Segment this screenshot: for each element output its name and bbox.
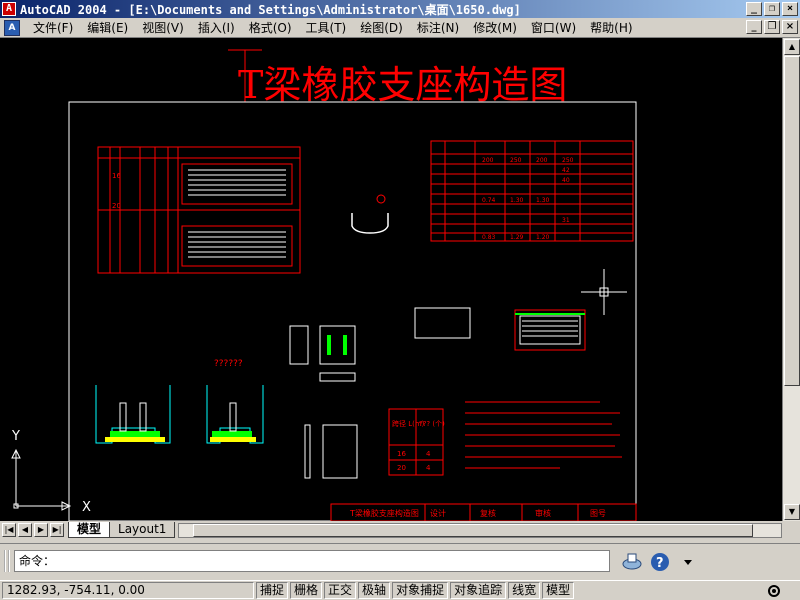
mini-table-cell-1-1: 4 — [426, 464, 431, 472]
toggle-model[interactable]: 模型 — [542, 582, 575, 599]
tab-first-icon[interactable]: |◀ — [2, 523, 16, 537]
minimize-button[interactable]: _ — [746, 2, 762, 16]
autocad-app-icon[interactable]: A — [2, 2, 16, 16]
title-block-review: 审核 — [535, 508, 551, 518]
u-detail — [351, 213, 389, 234]
toggle-grid[interactable]: 栅格 — [290, 582, 323, 599]
mini-table-cell-0-1: 4 — [426, 450, 431, 458]
cyan-detail-right — [206, 385, 264, 444]
toggle-otrack[interactable]: 对象追踪 — [450, 582, 507, 599]
tab-last-icon[interactable]: ▶| — [50, 523, 64, 537]
rt-val-7: 1.30 — [510, 197, 524, 204]
vertical-scroll-thumb[interactable] — [784, 56, 800, 386]
left-table — [97, 146, 301, 274]
rt-val-9: 31 — [562, 217, 570, 224]
rt-val-10: 0.83 — [482, 234, 496, 241]
ucs-icon — [11, 448, 72, 511]
restore-button[interactable]: ❐ — [764, 2, 780, 16]
mini-table-cell-1-0: 20 — [397, 464, 406, 472]
toggle-lineweight[interactable]: 线宽 — [508, 582, 541, 599]
close-button[interactable]: × — [782, 2, 798, 16]
toggle-ortho[interactable]: 正交 — [324, 582, 357, 599]
menu-format[interactable]: 格式(O) — [242, 19, 299, 36]
window-controls: _ ❐ × — [746, 2, 798, 16]
title-block-drawing-no: 图号 — [590, 509, 606, 518]
cyan-detail-left — [95, 385, 171, 444]
menu-tools[interactable]: 工具(T) — [299, 19, 354, 36]
dropdown-icon[interactable] — [676, 550, 700, 574]
scroll-up-icon[interactable]: ▲ — [784, 39, 800, 55]
toggle-snap[interactable]: 捕捉 — [256, 582, 289, 599]
left-table-span-20: 20 — [112, 202, 121, 210]
menu-help[interactable]: 帮助(H) — [583, 19, 639, 36]
doc-restore-button[interactable]: ❐ — [764, 20, 780, 34]
horizontal-scroll-thumb[interactable] — [193, 524, 753, 537]
title-block-design: 设计 — [430, 508, 446, 518]
menu-edit[interactable]: 编辑(E) — [80, 19, 135, 36]
svg-text:?: ? — [656, 556, 664, 571]
rt-val-1: 250 — [510, 157, 522, 164]
drawing-svg: T梁橡胶支座构造图 16 20 200 250 200 250 42 40 0.… — [11, 49, 637, 521]
horizontal-scrollbar[interactable] — [178, 523, 782, 538]
vertical-scrollbar[interactable]: ▲ ▼ — [782, 38, 800, 521]
rt-val-11: 1.29 — [510, 234, 524, 241]
coordinate-readout: 1282.93, -754.11, 0.00 — [2, 582, 254, 599]
document-icon[interactable]: A — [4, 19, 20, 36]
window-title: AutoCAD 2004 - [E:\Documents and Setting… — [20, 2, 521, 17]
layout-tabs-row: |◀ ◀ ▶ ▶| 模型 Layout1 — [0, 521, 800, 539]
tab-prev-icon[interactable]: ◀ — [18, 523, 32, 537]
sheet-border — [68, 101, 637, 521]
mini-table-header-1: ??? (个) — [419, 420, 445, 428]
status-bar: 1282.93, -754.11, 0.00 捕捉 栅格 正交 极轴 对象捕捉 … — [0, 580, 800, 600]
rt-val-8: 1.30 — [536, 197, 550, 204]
rt-val-0: 200 — [482, 157, 494, 164]
rt-val-4: 42 — [562, 167, 570, 174]
toggle-osnap[interactable]: 对象捕捉 — [392, 582, 449, 599]
drawing-title: T梁橡胶支座构造图 — [238, 63, 567, 107]
rt-val-3: 250 — [562, 157, 574, 164]
menu-draw[interactable]: 绘图(D) — [353, 19, 410, 36]
scroll-down-icon[interactable]: ▼ — [784, 504, 800, 520]
drawing-canvas[interactable]: T梁橡胶支座构造图 16 20 200 250 200 250 42 40 0.… — [0, 38, 782, 521]
menu-modify[interactable]: 修改(M) — [466, 19, 524, 36]
crosshair-cursor — [581, 269, 627, 315]
command-prompt: 命令： — [19, 554, 56, 568]
ucs-x-label: X — [82, 500, 91, 515]
menu-dimension[interactable]: 标注(N) — [410, 19, 466, 36]
menu-insert[interactable]: 插入(I) — [191, 19, 242, 36]
menu-view[interactable]: 视图(V) — [135, 19, 191, 36]
notes-block — [465, 401, 622, 469]
menu-bar: A 文件(F) 编辑(E) 视图(V) 插入(I) 格式(O) 工具(T) 绘图… — [0, 18, 800, 38]
tab-next-icon[interactable]: ▶ — [34, 523, 48, 537]
help-icon[interactable]: ? — [648, 550, 672, 574]
mini-table-cell-0-0: 16 — [397, 450, 406, 458]
communication-center-icon[interactable] — [620, 550, 644, 574]
title-bar: A AutoCAD 2004 - [E:\Documents and Setti… — [0, 0, 800, 18]
tray-settings-icon[interactable] — [766, 583, 782, 599]
rt-val-5: 40 — [562, 177, 570, 184]
rt-val-6: 0.74 — [482, 197, 496, 204]
doc-minimize-button[interactable]: _ — [746, 20, 762, 34]
rt-val-12: 1.20 — [536, 234, 550, 241]
document-controls: _ ❐ × — [746, 20, 798, 34]
ucs-y-label: Y — [11, 429, 20, 444]
doc-close-button[interactable]: × — [782, 20, 798, 34]
left-table-span-16: 16 — [112, 172, 121, 180]
right-table — [430, 140, 634, 242]
menu-window[interactable]: 窗口(W) — [524, 19, 583, 36]
command-grip-handle[interactable] — [4, 550, 10, 572]
command-area: 命令： ? — [0, 543, 800, 580]
tab-model[interactable]: 模型 — [68, 522, 111, 538]
rt-val-2: 200 — [536, 157, 548, 164]
menu-file[interactable]: 文件(F) — [26, 19, 80, 36]
detail-caption: ?????? — [214, 359, 243, 369]
title-block-name: T梁橡胶支座构造图 — [349, 508, 419, 518]
tab-layout1[interactable]: Layout1 — [109, 522, 176, 538]
command-line[interactable]: 命令： — [14, 550, 610, 572]
autocad-window: A AutoCAD 2004 - [E:\Documents and Setti… — [0, 0, 800, 600]
toggle-polar[interactable]: 极轴 — [358, 582, 391, 599]
title-block-check: 复核 — [480, 508, 496, 518]
